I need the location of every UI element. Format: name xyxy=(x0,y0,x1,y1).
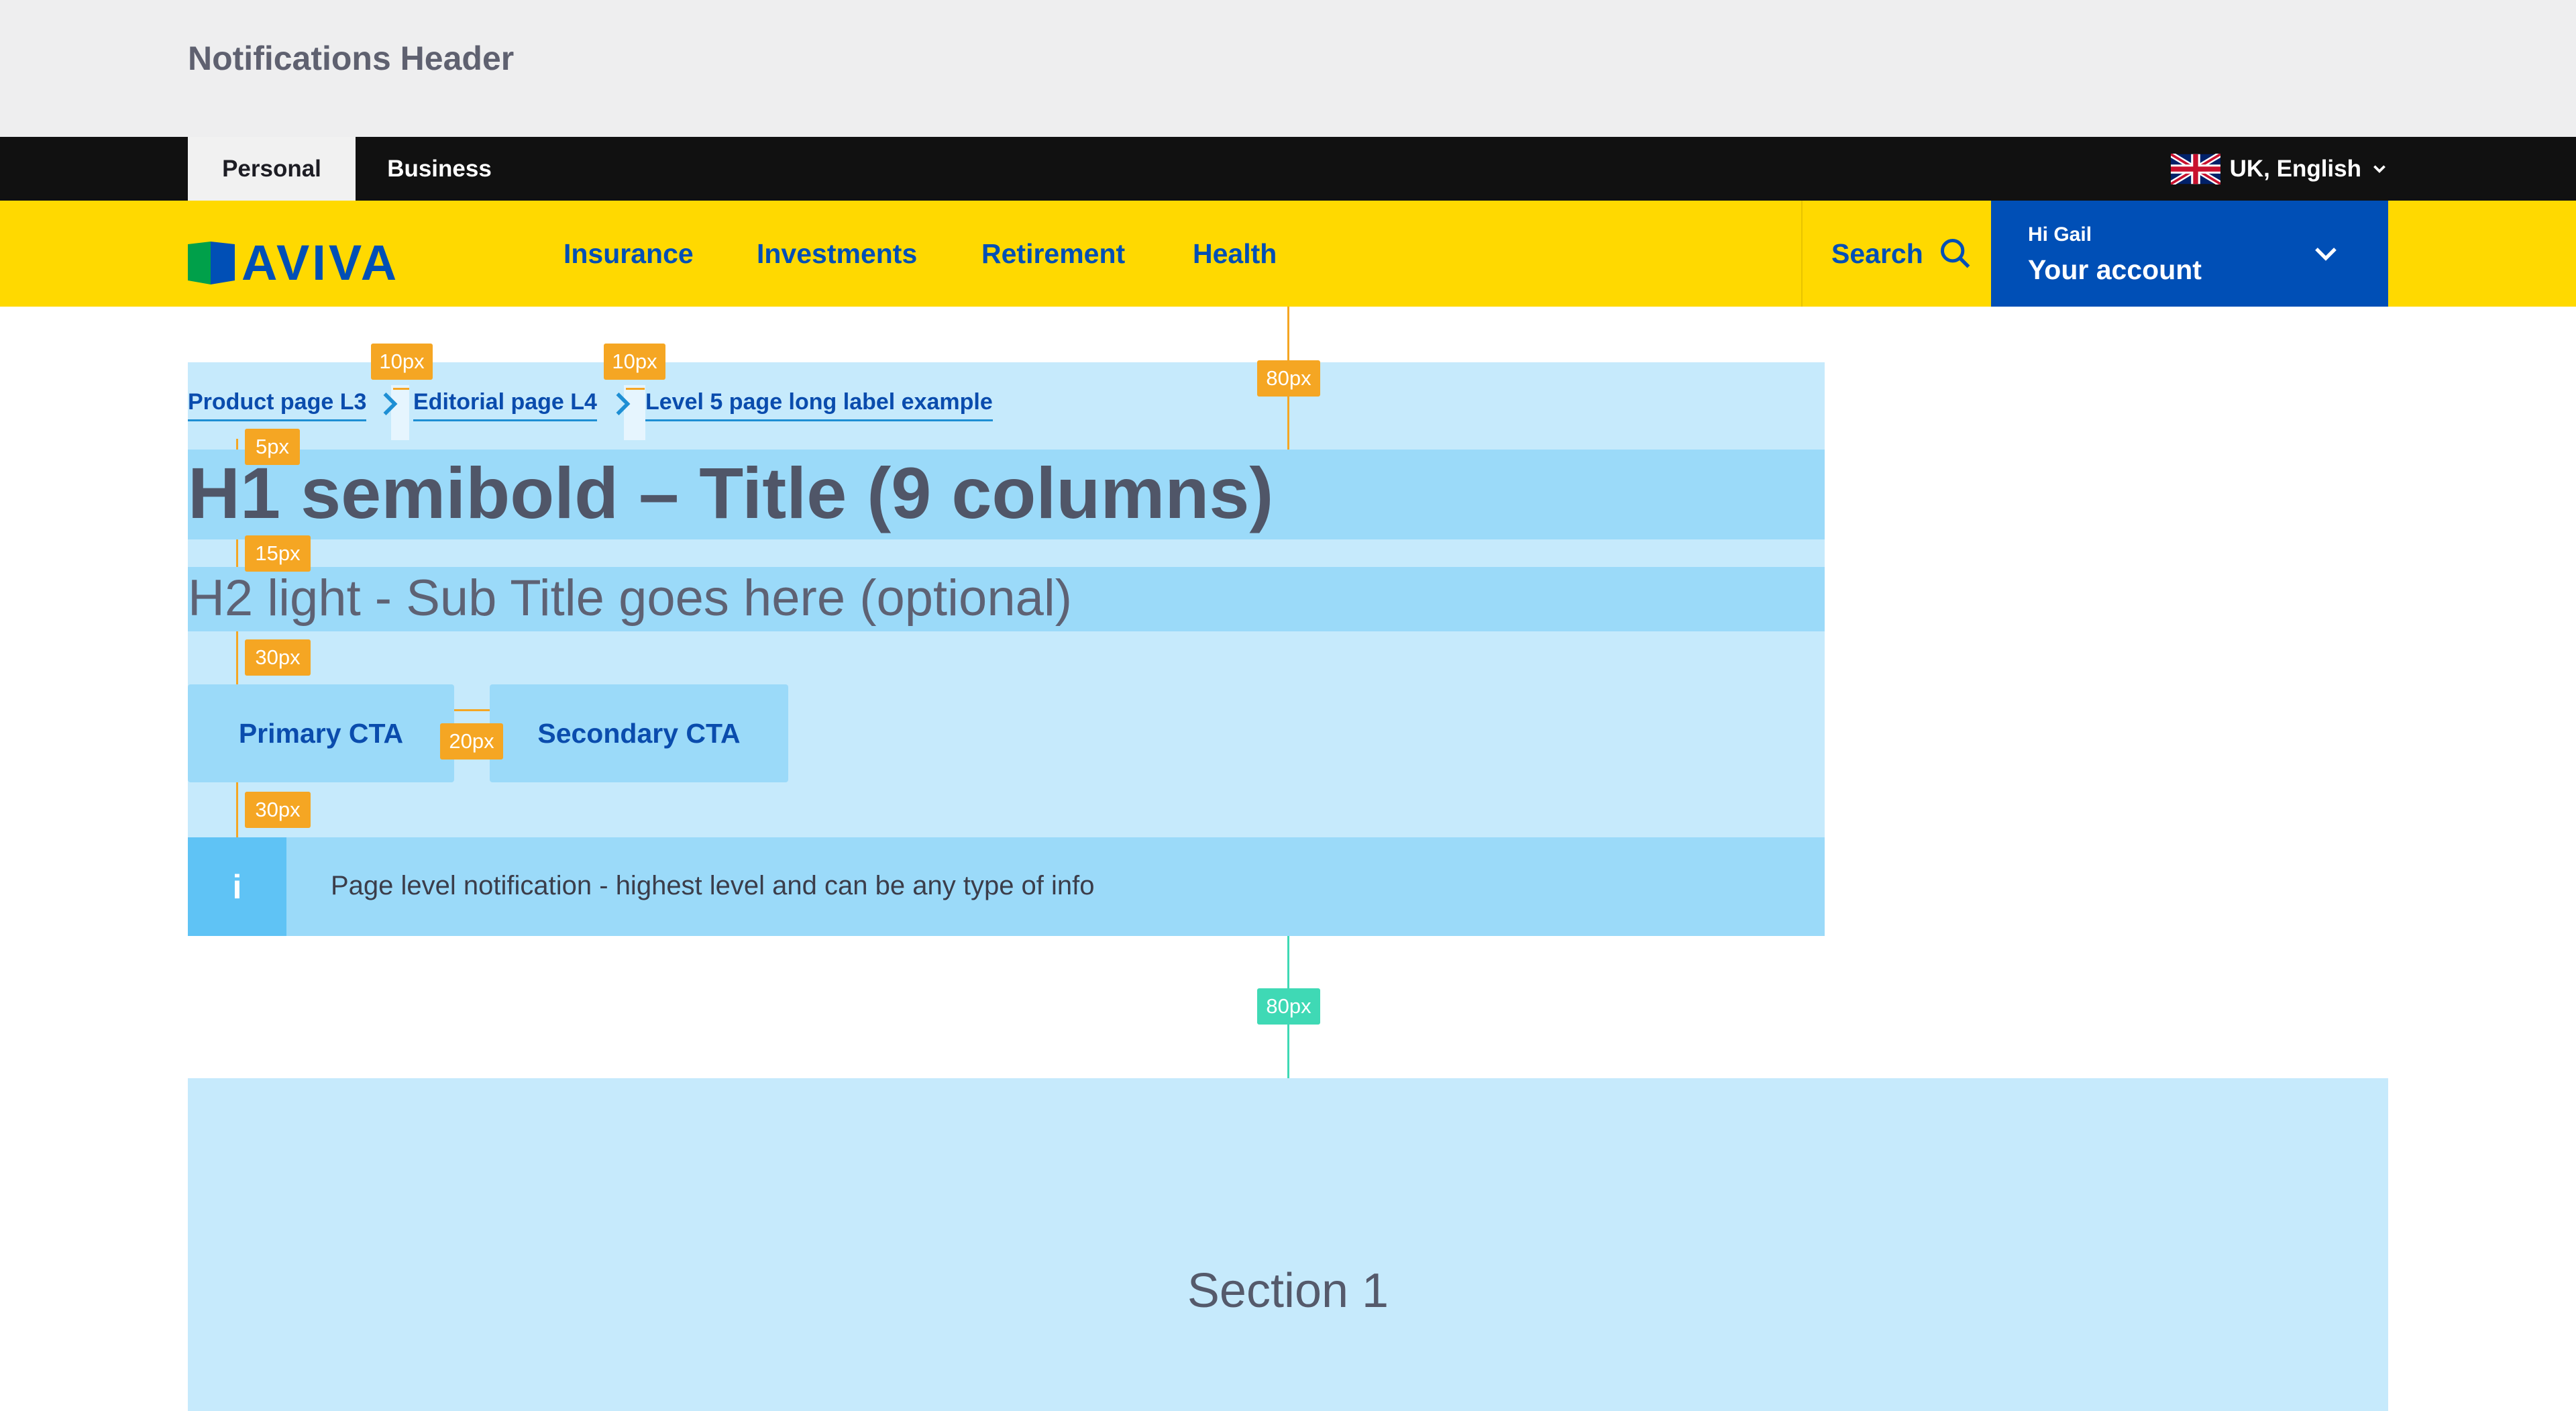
spacing-tag-crumb-gap-2: 10px xyxy=(604,344,665,380)
spacing-line xyxy=(393,388,409,390)
spacing-line xyxy=(236,439,238,450)
tab-personal[interactable]: Personal xyxy=(188,137,356,201)
chevron-right-icon xyxy=(616,393,631,415)
breadcrumb-item-l5[interactable]: Level 5 page long label example xyxy=(645,389,993,421)
tab-business[interactable]: Business xyxy=(356,137,523,201)
spacing-tag-cta-to-notice: 30px xyxy=(245,792,311,828)
spacing-tag-crumb-gap-1: 10px xyxy=(371,344,433,380)
aviva-logo[interactable]: AVIVA xyxy=(188,234,399,291)
notification-text: Page level notification - highest level … xyxy=(331,871,1095,900)
breadcrumb-item-l3[interactable]: Product page L3 xyxy=(188,389,367,421)
account-menu[interactable]: Hi Gail Your account xyxy=(1991,201,2388,307)
nav-item-retirement[interactable]: Retirement xyxy=(981,201,1125,307)
nav-item-health[interactable]: Health xyxy=(1193,201,1277,307)
account-label: Your account xyxy=(2028,254,2202,285)
page-subtitle: H2 light - Sub Title goes here (optional… xyxy=(188,570,1073,627)
page-notification: i Page level notification - highest leve… xyxy=(188,837,1825,936)
nav-item-insurance[interactable]: Insurance xyxy=(564,201,694,307)
uk-flag-icon xyxy=(2170,153,2220,185)
language-label: UK, English xyxy=(2229,155,2361,182)
chevron-down-icon xyxy=(2373,164,2385,173)
secondary-cta-button[interactable]: Secondary CTA xyxy=(490,684,788,782)
aviva-logo-mark-icon xyxy=(188,241,235,284)
spacing-tag-crumb-to-h1: 5px xyxy=(245,429,300,465)
nav-divider xyxy=(1801,201,1803,307)
spacing-line xyxy=(236,782,238,837)
spacing-line xyxy=(454,709,490,711)
section-1-title: Section 1 xyxy=(1187,1264,1389,1318)
primary-cta-button[interactable]: Primary CTA xyxy=(188,684,454,782)
section-1: Section 1 xyxy=(188,1078,2388,1411)
info-icon: i xyxy=(188,837,286,936)
notifications-header-title: Notifications Header xyxy=(188,40,515,77)
account-greeting: Hi Gail xyxy=(2028,223,2092,246)
search-button[interactable]: Search xyxy=(1831,201,1973,307)
spacing-tag-section-gap: 80px xyxy=(1257,988,1320,1025)
spacing-tag-top: 80px xyxy=(1257,360,1320,397)
page-title: H1 semibold – Title (9 columns) xyxy=(188,452,1274,533)
segment-bar: Personal Business UK, English xyxy=(0,137,2576,201)
spacing-line xyxy=(236,539,238,567)
spacing-tag-h2-to-cta: 30px xyxy=(245,639,311,676)
breadcrumb-item-l4[interactable]: Editorial page L4 xyxy=(413,389,597,421)
logo-text: AVIVA xyxy=(241,235,400,291)
spacing-line xyxy=(626,388,645,390)
chevron-right-icon xyxy=(383,393,398,415)
search-icon xyxy=(1940,239,1970,268)
spacing-tag-cta-gap: 20px xyxy=(440,723,503,760)
language-selector[interactable]: UK, English xyxy=(2170,137,2388,201)
spacing-tag-h1-to-h2: 15px xyxy=(245,535,311,572)
chevron-down-icon xyxy=(2315,248,2337,261)
spacing-line xyxy=(236,631,238,684)
nav-item-investments[interactable]: Investments xyxy=(757,201,917,307)
main-navigation: AVIVA Insurance Investments Retirement H… xyxy=(0,201,2576,307)
search-label: Search xyxy=(1831,238,1923,269)
